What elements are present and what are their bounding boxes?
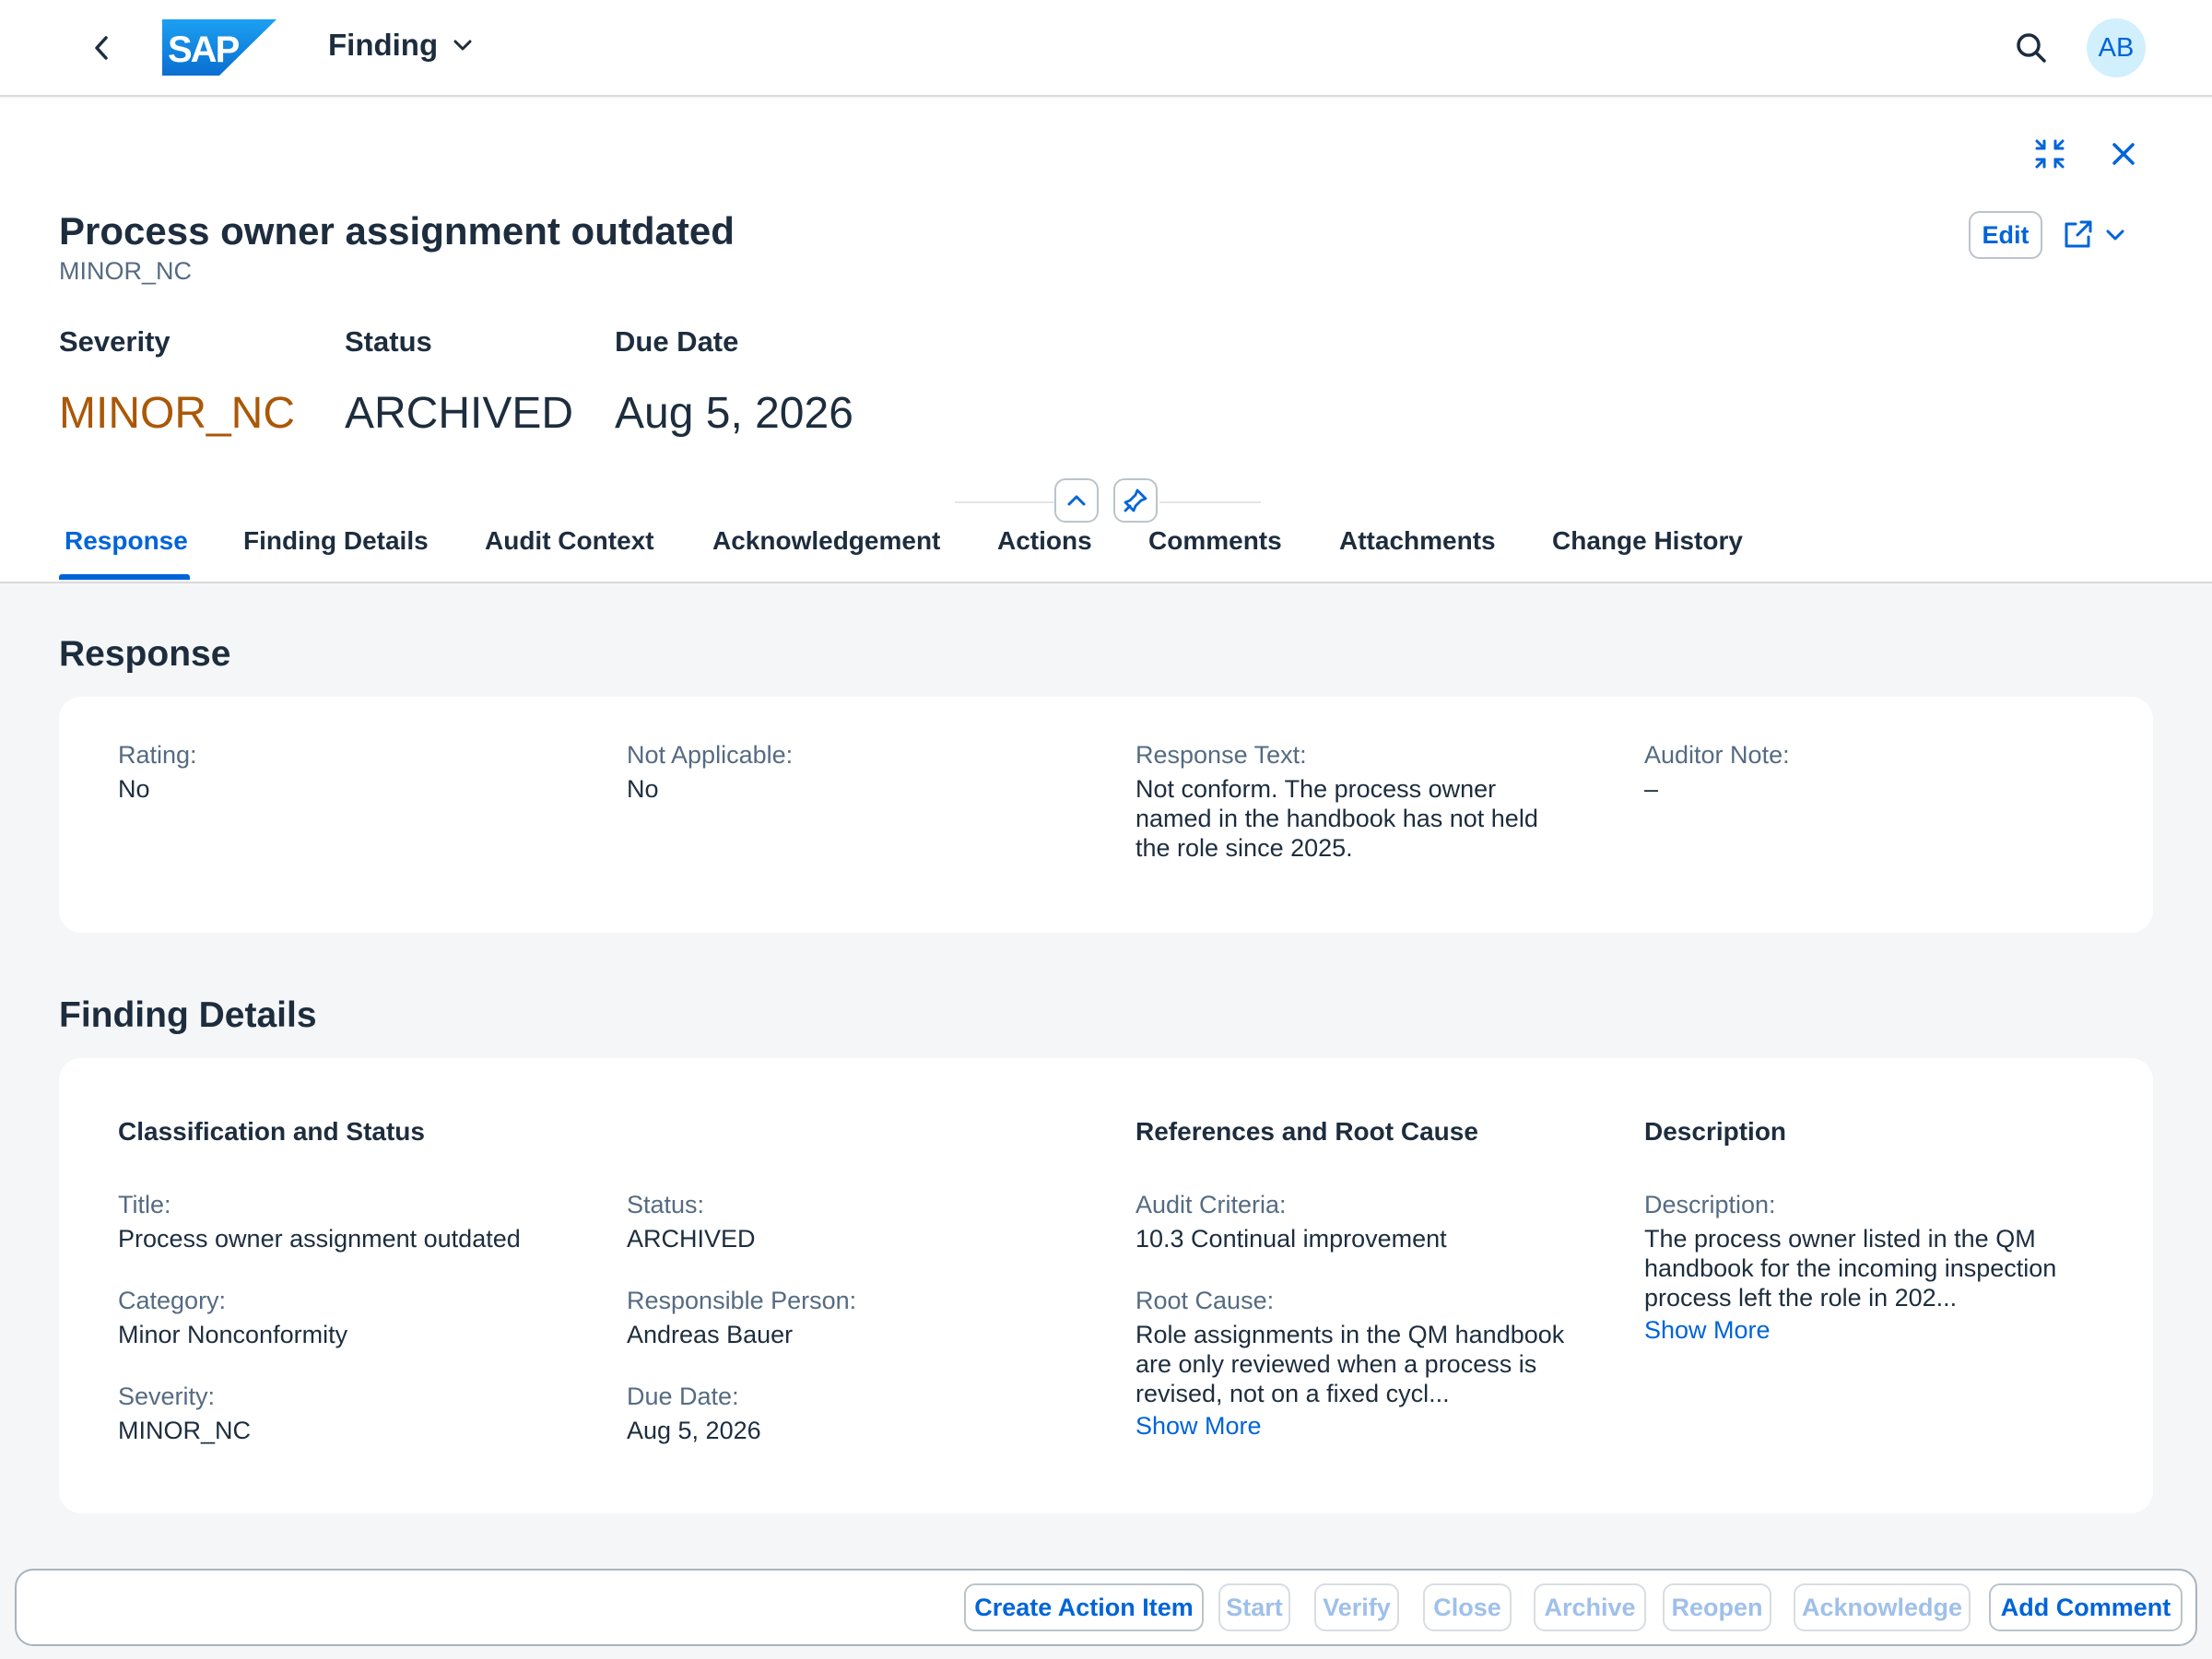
object-page-header: Process owner assignment outdated MINOR_… [0,99,2212,583]
finding-details-card: Classification and Status References and… [59,1058,2153,1513]
response-text-value: Not conform. The process owner named in … [1135,775,1538,862]
category-label: Category: [118,1287,227,1314]
reopen-button[interactable]: Reopen [1663,1583,1771,1631]
avatar[interactable]: AB [2087,18,2146,77]
page-title: Process owner assignment outdated [59,209,735,253]
header-divider-right [1159,501,1261,503]
shell-bar: SAP Finding AB [0,0,2212,97]
page-subtitle: MINOR_NC [59,257,193,285]
back-button[interactable] [85,29,118,66]
title-field-value: Process owner assignment outdated [118,1225,521,1253]
response-text-label: Response Text: [1135,741,1307,769]
description-label: Description: [1644,1191,1776,1218]
kpi-severity-label: Severity [59,325,171,358]
references-group-title: References and Root Cause [1135,1117,1478,1146]
tab-acknowledgement[interactable]: Acknowledgement [712,526,940,556]
close-icon [2112,143,2135,165]
header-divider-left [955,501,1056,503]
acknowledge-button[interactable]: Acknowledge [1794,1583,1971,1631]
due-date-value: Aug 5, 2026 [627,1417,761,1444]
archive-button[interactable]: Archive [1534,1583,1646,1631]
description-group-title: Description [1644,1117,1787,1146]
tab-change-history[interactable]: Change History [1552,526,1743,556]
close-button[interactable]: Close [1423,1583,1512,1631]
kpi-status-value: ARCHIVED [345,389,574,438]
kpi-status-label: Status [345,325,432,358]
description-show-more-link[interactable]: Show More [1644,1316,1771,1345]
description-value: The process owner listed in the QM handb… [1644,1225,2057,1312]
kpi-due-date-value: Aug 5, 2026 [615,389,853,438]
share-icon [2065,220,2092,248]
due-date-label: Due Date: [627,1382,739,1410]
chevron-up-icon [1067,495,1086,506]
tab-finding-details[interactable]: Finding Details [243,526,429,556]
chevron-down-icon [453,40,472,51]
collapse-header-button[interactable] [1054,478,1099,523]
kpi-due-date-label: Due Date [615,325,739,358]
root-cause-label: Root Cause: [1135,1287,1275,1314]
footer-toolbar: Create Action Item Start Verify Close Ar… [15,1569,2197,1646]
auditor-note-label: Auditor Note: [1644,741,1790,769]
verify-button[interactable]: Verify [1314,1583,1399,1631]
start-button[interactable]: Start [1218,1583,1290,1631]
tab-response[interactable]: Response [65,526,188,556]
responsible-person-label: Responsible Person: [627,1287,857,1314]
root-cause-value: Role assignments in the QM handbook are … [1135,1321,1565,1407]
exit-fullscreen-button[interactable] [2030,134,2070,174]
category-value: Minor Nonconformity [118,1321,348,1348]
tab-attachments[interactable]: Attachments [1339,526,1496,556]
root-cause-show-more-link[interactable]: Show More [1135,1412,1262,1441]
chevron-left-icon [95,36,108,60]
app-title: Finding [328,28,439,62]
avatar-initials: AB [2098,32,2135,63]
app-title-menu[interactable]: Finding [328,28,473,63]
create-action-item-button[interactable]: Create Action Item [964,1583,1204,1631]
close-button[interactable] [2103,134,2144,174]
status-label: Status: [627,1191,705,1218]
tab-comments[interactable]: Comments [1148,526,1282,556]
pin-icon [1124,488,1147,512]
exit-fullscreen-icon [2035,139,2065,169]
status-value: ARCHIVED [627,1225,756,1253]
pin-header-button[interactable] [1113,478,1158,523]
kpi-severity-value: MINOR_NC [59,389,296,438]
search-button[interactable] [2013,29,2050,66]
tab-audit-context[interactable]: Audit Context [485,526,654,556]
responsible-person-value: Andreas Bauer [627,1321,794,1348]
response-card: Rating: No Not Applicable: No Response T… [59,697,2153,933]
share-menu-button[interactable] [2061,211,2144,259]
search-icon [2017,33,2046,63]
not-applicable-value: No [627,775,659,803]
tab-actions[interactable]: Actions [997,526,1092,556]
add-comment-button[interactable]: Add Comment [1989,1583,2183,1631]
sap-logo: SAP [162,19,276,76]
title-field-label: Title: [118,1191,171,1218]
auditor-note-value: – [1644,775,1659,803]
svg-text:SAP: SAP [168,29,240,70]
active-tab-indicator [59,574,190,580]
finding-details-section-title: Finding Details [59,995,317,1035]
severity-value: MINOR_NC [118,1417,252,1444]
audit-criteria-label: Audit Criteria: [1135,1191,1287,1218]
not-applicable-label: Not Applicable: [627,741,794,769]
severity-label: Severity: [118,1382,216,1410]
chevron-down-icon [2106,229,2124,241]
rating-value: No [118,775,150,803]
edit-button[interactable]: Edit [1969,211,2042,259]
response-section-title: Response [59,634,231,674]
audit-criteria-value: 10.3 Continual improvement [1135,1225,1447,1253]
classification-group-title: Classification and Status [118,1117,425,1146]
rating-label: Rating: [118,741,197,769]
